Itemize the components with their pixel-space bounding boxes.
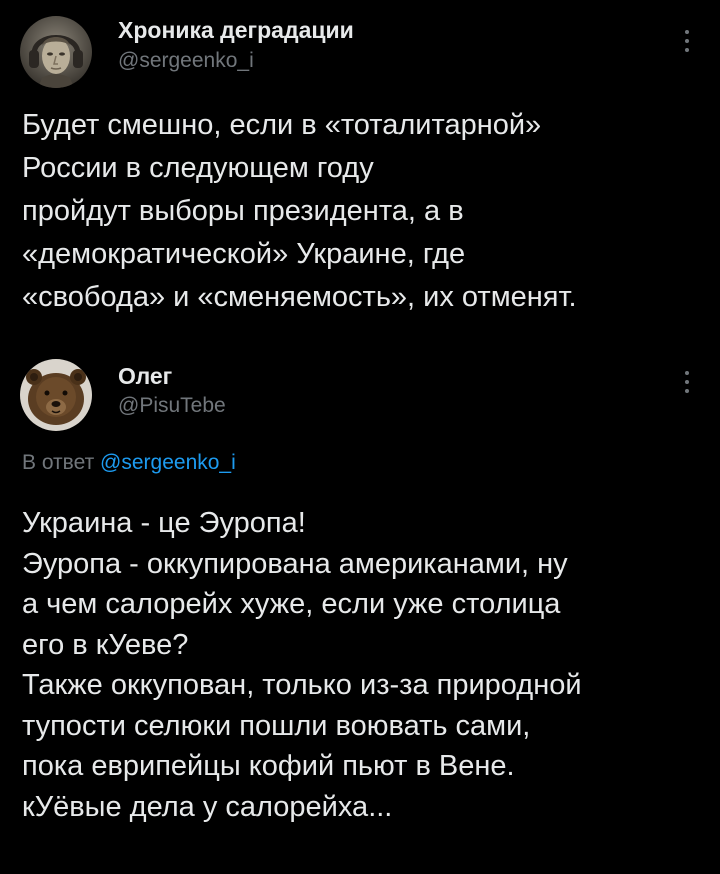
tweet-text-line: пока еврипейцы кофий пьют в Вене. [22, 750, 515, 782]
author-avatar[interactable] [20, 16, 92, 88]
author-handle[interactable]: @sergeenko_i [118, 49, 254, 73]
tweet-text: Будет смешно, если в «тоталитарной» Росс… [22, 104, 577, 319]
reply-prefix: В ответ [22, 451, 95, 474]
bear-avatar-icon [20, 359, 92, 431]
tweet-text-line: кУёвые дела у салорейха... [22, 790, 393, 823]
author-name[interactable]: Олег [118, 363, 172, 390]
reply-mention-link[interactable]: @sergeenko_i [100, 451, 236, 474]
tweet-text-line: Будет смешно, если в «тоталитарной» [22, 109, 542, 141]
tweet-text-line: Эуропа - оккупирована американами, ну [22, 547, 568, 580]
tweet-text-line: «демократической» Украине, где [22, 238, 466, 270]
tweet-text-line: России в следующем году [22, 152, 374, 184]
portrait-avatar-icon [20, 16, 92, 88]
tweet-text-line: тупости селюки пошли воювать сами, [22, 709, 531, 742]
tweet-text: Украина - це Эуропа! Эуропа - оккупирова… [22, 503, 582, 827]
more-vertical-icon[interactable] [682, 30, 692, 52]
tweet-text-line: Также оккупован, только из-за природной [22, 669, 582, 701]
author-handle[interactable]: @PisuTebe [118, 394, 226, 418]
tweet-text-line: его в кУеве? [22, 628, 189, 661]
tweet-text-line: а чем салорейх хуже, если уже столица [22, 588, 561, 620]
tweet-text-line: пройдут выборы президента, а в [22, 195, 464, 227]
reply-context: В ответ @sergeenko_i [22, 451, 236, 475]
author-name[interactable]: Хроника деградации [118, 17, 354, 44]
tweet-text-line: «свобода» и «сменяемость», их отменят. [22, 281, 577, 313]
author-avatar[interactable] [20, 359, 92, 431]
tweet-text-line: Украина - це Эуропа! [22, 507, 306, 539]
more-vertical-icon[interactable] [682, 371, 692, 393]
